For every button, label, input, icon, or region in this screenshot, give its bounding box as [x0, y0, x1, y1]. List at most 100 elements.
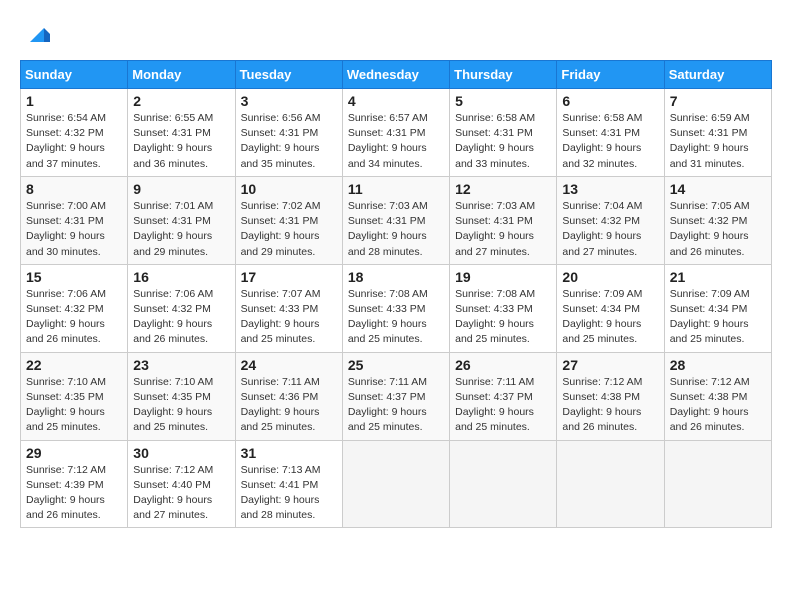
week-row-1: 1 Sunrise: 6:54 AM Sunset: 4:32 PM Daylig… — [21, 89, 772, 177]
day-info: Sunrise: 7:11 AM Sunset: 4:36 PM Dayligh… — [241, 375, 337, 436]
calendar-table: SundayMondayTuesdayWednesdayThursdayFrid… — [20, 60, 772, 528]
header-row: SundayMondayTuesdayWednesdayThursdayFrid… — [21, 61, 772, 89]
day-cell: 19 Sunrise: 7:08 AM Sunset: 4:33 PM Dayli… — [450, 264, 557, 352]
day-number: 22 — [26, 357, 122, 373]
day-number: 7 — [670, 93, 766, 109]
day-info: Sunrise: 6:58 AM Sunset: 4:31 PM Dayligh… — [455, 111, 551, 172]
day-info: Sunrise: 7:07 AM Sunset: 4:33 PM Dayligh… — [241, 287, 337, 348]
day-info: Sunrise: 6:58 AM Sunset: 4:31 PM Dayligh… — [562, 111, 658, 172]
logo-icon — [22, 20, 52, 50]
day-info: Sunrise: 6:56 AM Sunset: 4:31 PM Dayligh… — [241, 111, 337, 172]
header-cell-sunday: Sunday — [21, 61, 128, 89]
day-cell: 25 Sunrise: 7:11 AM Sunset: 4:37 PM Dayli… — [342, 352, 449, 440]
day-number: 16 — [133, 269, 229, 285]
day-number: 13 — [562, 181, 658, 197]
day-cell: 2 Sunrise: 6:55 AM Sunset: 4:31 PM Daylig… — [128, 89, 235, 177]
logo — [20, 20, 52, 50]
day-cell: 18 Sunrise: 7:08 AM Sunset: 4:33 PM Dayli… — [342, 264, 449, 352]
header-cell-saturday: Saturday — [664, 61, 771, 89]
day-cell: 30Sunrise: 7:12 AM Sunset: 4:40 PM Dayli… — [128, 440, 235, 528]
day-cell: 4Sunrise: 6:57 AM Sunset: 4:31 PM Daylig… — [342, 89, 449, 177]
day-number: 26 — [455, 357, 551, 373]
day-number: 10 — [241, 181, 337, 197]
day-cell: 10 Sunrise: 7:02 AM Sunset: 4:31 PM Dayli… — [235, 176, 342, 264]
day-info: Sunrise: 7:12 AM Sunset: 4:38 PM Dayligh… — [562, 375, 658, 436]
day-cell: 13 Sunrise: 7:04 AM Sunset: 4:32 PM Dayli… — [557, 176, 664, 264]
day-cell: 17 Sunrise: 7:07 AM Sunset: 4:33 PM Dayli… — [235, 264, 342, 352]
day-number: 1 — [26, 93, 122, 109]
day-number: 8 — [26, 181, 122, 197]
header-cell-monday: Monday — [128, 61, 235, 89]
day-info: Sunrise: 7:09 AM Sunset: 4:34 PM Dayligh… — [562, 287, 658, 348]
day-info: Sunrise: 7:12 AM Sunset: 4:39 PM Dayligh… — [26, 463, 122, 524]
day-info: Sunrise: 7:06 AM Sunset: 4:32 PM Dayligh… — [26, 287, 122, 348]
day-number: 15 — [26, 269, 122, 285]
day-info: Sunrise: 7:02 AM Sunset: 4:31 PM Dayligh… — [241, 199, 337, 260]
day-info: Sunrise: 6:55 AM Sunset: 4:31 PM Dayligh… — [133, 111, 229, 172]
day-cell — [664, 440, 771, 528]
day-number: 29 — [26, 445, 122, 461]
day-number: 25 — [348, 357, 444, 373]
day-cell: 20 Sunrise: 7:09 AM Sunset: 4:34 PM Dayli… — [557, 264, 664, 352]
day-number: 9 — [133, 181, 229, 197]
day-number: 18 — [348, 269, 444, 285]
week-row-4: 22 Sunrise: 7:10 AM Sunset: 4:35 PM Dayli… — [21, 352, 772, 440]
week-row-3: 15 Sunrise: 7:06 AM Sunset: 4:32 PM Dayli… — [21, 264, 772, 352]
week-row-5: 29 Sunrise: 7:12 AM Sunset: 4:39 PM Dayli… — [21, 440, 772, 528]
day-info: Sunrise: 6:59 AM Sunset: 4:31 PM Dayligh… — [670, 111, 766, 172]
day-cell: 5Sunrise: 6:58 AM Sunset: 4:31 PM Daylig… — [450, 89, 557, 177]
day-cell — [342, 440, 449, 528]
day-cell: 27 Sunrise: 7:12 AM Sunset: 4:38 PM Dayli… — [557, 352, 664, 440]
day-cell: 9 Sunrise: 7:01 AM Sunset: 4:31 PM Daylig… — [128, 176, 235, 264]
day-cell: 14 Sunrise: 7:05 AM Sunset: 4:32 PM Dayli… — [664, 176, 771, 264]
day-number: 2 — [133, 93, 229, 109]
day-cell — [450, 440, 557, 528]
header-cell-tuesday: Tuesday — [235, 61, 342, 89]
day-info: Sunrise: 7:08 AM Sunset: 4:33 PM Dayligh… — [455, 287, 551, 348]
day-cell: 3 Sunrise: 6:56 AM Sunset: 4:31 PM Daylig… — [235, 89, 342, 177]
day-number: 11 — [348, 181, 444, 197]
day-info: Sunrise: 7:09 AM Sunset: 4:34 PM Dayligh… — [670, 287, 766, 348]
day-info: Sunrise: 7:11 AM Sunset: 4:37 PM Dayligh… — [348, 375, 444, 436]
header-cell-wednesday: Wednesday — [342, 61, 449, 89]
day-number: 21 — [670, 269, 766, 285]
day-number: 31 — [241, 445, 337, 461]
day-number: 3 — [241, 93, 337, 109]
day-number: 27 — [562, 357, 658, 373]
day-info: Sunrise: 7:04 AM Sunset: 4:32 PM Dayligh… — [562, 199, 658, 260]
day-info: Sunrise: 7:08 AM Sunset: 4:33 PM Dayligh… — [348, 287, 444, 348]
day-cell: 31 Sunrise: 7:13 AM Sunset: 4:41 PM Dayli… — [235, 440, 342, 528]
day-number: 23 — [133, 357, 229, 373]
day-number: 14 — [670, 181, 766, 197]
day-cell: 23 Sunrise: 7:10 AM Sunset: 4:35 PM Dayli… — [128, 352, 235, 440]
day-cell: 21 Sunrise: 7:09 AM Sunset: 4:34 PM Dayli… — [664, 264, 771, 352]
day-info: Sunrise: 7:10 AM Sunset: 4:35 PM Dayligh… — [26, 375, 122, 436]
day-cell: 8 Sunrise: 7:00 AM Sunset: 4:31 PM Daylig… — [21, 176, 128, 264]
day-info: Sunrise: 7:00 AM Sunset: 4:31 PM Dayligh… — [26, 199, 122, 260]
day-info: Sunrise: 7:03 AM Sunset: 4:31 PM Dayligh… — [348, 199, 444, 260]
day-number: 17 — [241, 269, 337, 285]
day-number: 19 — [455, 269, 551, 285]
day-cell: 24 Sunrise: 7:11 AM Sunset: 4:36 PM Dayli… — [235, 352, 342, 440]
day-info: Sunrise: 7:06 AM Sunset: 4:32 PM Dayligh… — [133, 287, 229, 348]
day-cell: 15 Sunrise: 7:06 AM Sunset: 4:32 PM Dayli… — [21, 264, 128, 352]
day-info: Sunrise: 6:54 AM Sunset: 4:32 PM Dayligh… — [26, 111, 122, 172]
day-info: Sunrise: 7:03 AM Sunset: 4:31 PM Dayligh… — [455, 199, 551, 260]
day-number: 20 — [562, 269, 658, 285]
day-cell: 6Sunrise: 6:58 AM Sunset: 4:31 PM Daylig… — [557, 89, 664, 177]
day-cell: 28Sunrise: 7:12 AM Sunset: 4:38 PM Dayli… — [664, 352, 771, 440]
day-info: Sunrise: 7:11 AM Sunset: 4:37 PM Dayligh… — [455, 375, 551, 436]
day-info: Sunrise: 7:10 AM Sunset: 4:35 PM Dayligh… — [133, 375, 229, 436]
day-number: 24 — [241, 357, 337, 373]
day-cell: 1 Sunrise: 6:54 AM Sunset: 4:32 PM Daylig… — [21, 89, 128, 177]
day-number: 28 — [670, 357, 766, 373]
calendar-body: 1 Sunrise: 6:54 AM Sunset: 4:32 PM Daylig… — [21, 89, 772, 528]
day-cell: 11 Sunrise: 7:03 AM Sunset: 4:31 PM Dayli… — [342, 176, 449, 264]
day-cell: 29 Sunrise: 7:12 AM Sunset: 4:39 PM Dayli… — [21, 440, 128, 528]
day-info: Sunrise: 7:05 AM Sunset: 4:32 PM Dayligh… — [670, 199, 766, 260]
day-cell: 26 Sunrise: 7:11 AM Sunset: 4:37 PM Dayli… — [450, 352, 557, 440]
calendar-header: SundayMondayTuesdayWednesdayThursdayFrid… — [21, 61, 772, 89]
day-info: Sunrise: 7:13 AM Sunset: 4:41 PM Dayligh… — [241, 463, 337, 524]
day-info: Sunrise: 7:01 AM Sunset: 4:31 PM Dayligh… — [133, 199, 229, 260]
header-cell-friday: Friday — [557, 61, 664, 89]
